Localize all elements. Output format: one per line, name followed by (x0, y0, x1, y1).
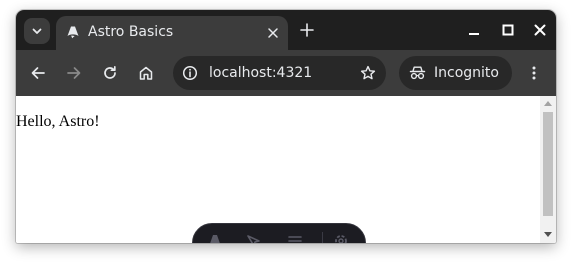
close-window-icon[interactable] (534, 24, 546, 36)
arrow-left-icon[interactable] (30, 65, 46, 81)
reload-icon[interactable] (102, 65, 118, 81)
incognito-indicator[interactable]: Incognito (399, 56, 512, 90)
close-icon[interactable] (266, 26, 280, 40)
info-icon[interactable] (182, 65, 198, 81)
page-viewport: Hello, Astro! (16, 96, 540, 243)
astro-menu-icon[interactable] (207, 233, 223, 243)
incognito-label: Incognito (434, 65, 499, 81)
tab-active[interactable]: Astro Basics (56, 16, 288, 50)
address-bar[interactable]: localhost:4321 (173, 56, 386, 90)
vertical-scrollbar[interactable] (540, 96, 556, 243)
home-icon[interactable] (138, 65, 154, 81)
tab-strip: Astro Basics (16, 10, 556, 50)
astro-logo-icon (67, 26, 79, 39)
incognito-icon (409, 66, 426, 80)
plus-icon[interactable] (299, 22, 315, 38)
inspect-icon[interactable] (245, 233, 261, 243)
audit-icon[interactable] (287, 233, 303, 243)
scroll-up-arrow[interactable] (544, 101, 552, 106)
tab-title: Astro Basics (88, 24, 174, 40)
tab-search-button[interactable] (24, 18, 50, 44)
maximize-icon[interactable] (502, 24, 514, 36)
astro-dev-toolbar[interactable] (192, 223, 366, 243)
page-text: Hello, Astro! (16, 113, 100, 130)
browser-toolbar: localhost:4321 Incognito (16, 50, 556, 96)
star-icon[interactable] (360, 65, 376, 81)
chevron-down-icon (32, 28, 42, 34)
arrow-right-icon[interactable] (66, 65, 82, 81)
settings-icon[interactable] (333, 233, 349, 243)
kebab-menu-icon[interactable] (526, 65, 542, 81)
divider (322, 232, 323, 243)
scroll-thumb[interactable] (543, 112, 553, 216)
minimize-icon[interactable] (468, 24, 480, 36)
scroll-down-arrow[interactable] (544, 232, 552, 237)
url-text[interactable]: localhost:4321 (209, 65, 312, 81)
browser-window: Astro Basics localhost:4321 Incognito He… (16, 10, 556, 243)
